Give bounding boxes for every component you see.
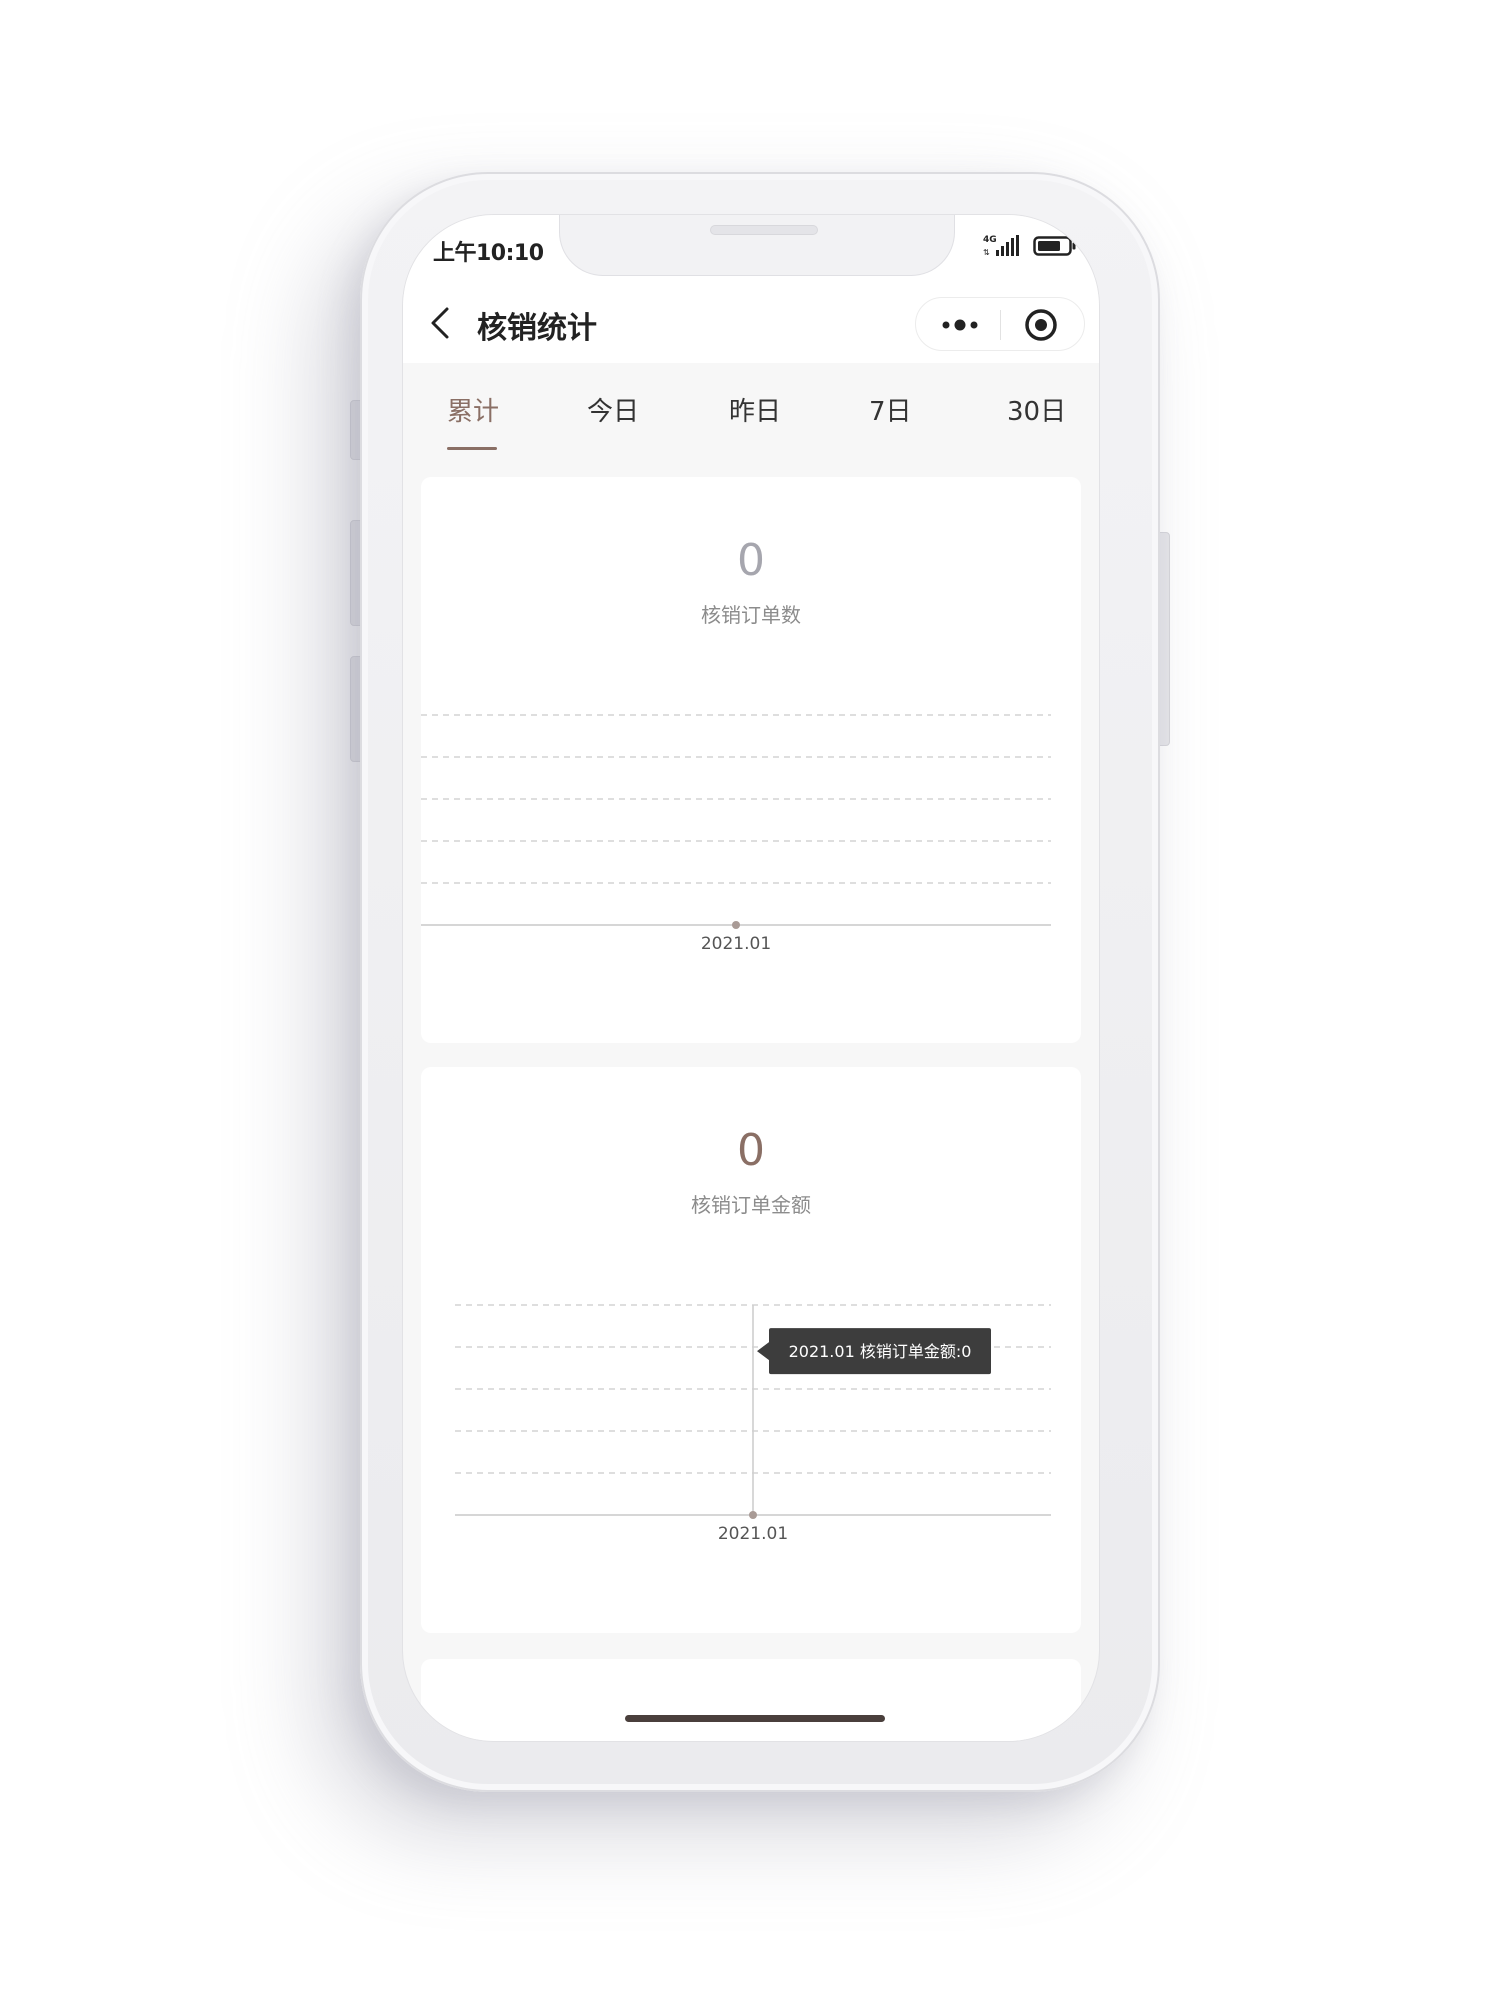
close-mini-program-icon[interactable] (1024, 308, 1058, 342)
status-icons: 4G ⇅ (983, 233, 1077, 259)
data-point[interactable] (749, 1511, 757, 1519)
data-point[interactable] (732, 921, 740, 929)
x-tick-label: 2021.01 (718, 1524, 788, 1544)
navigation-bar: 核销统计 (403, 283, 1099, 363)
network-type-label: 4G (983, 235, 997, 245)
verified-order-count-card: 0 核销订单数 2021.01 (421, 477, 1081, 1043)
more-options-icon[interactable] (938, 312, 982, 338)
tab-cumulative[interactable]: 累计 (447, 391, 499, 428)
x-tick-label: 2021.01 (701, 934, 771, 954)
verified-order-amount-value: 0 (737, 1125, 765, 1176)
page-title: 核销统计 (477, 311, 597, 346)
verified-order-amount-label: 核销订单金额 (691, 1193, 811, 1217)
status-time: 上午10:10 (433, 241, 544, 266)
notch (559, 215, 955, 276)
tab-30-days[interactable]: 30日 (1007, 391, 1066, 428)
verified-order-count-value: 0 (737, 535, 765, 586)
verified-order-count-label: 核销订单数 (701, 603, 801, 627)
signal-icon: 4G ⇅ (983, 235, 1019, 257)
verified-order-amount-chart[interactable]: 2021.01 2021.01 核销订单金额:0 (421, 1287, 1081, 1627)
phone-screen: 上午10:10 4G ⇅ 核销统计 累计 今日 昨日 7日 30日 0 核销订单… (402, 214, 1100, 1742)
battery-icon (1033, 236, 1076, 256)
capsule-divider (1000, 310, 1001, 340)
svg-text:⇅: ⇅ (983, 248, 990, 257)
tab-yesterday[interactable]: 昨日 (729, 391, 781, 428)
tab-7-days[interactable]: 7日 (869, 391, 912, 428)
tooltip-pointer (757, 1342, 769, 1361)
verified-order-count-chart[interactable]: 2021.01 (421, 697, 1081, 1037)
next-stats-card (421, 1659, 1081, 1741)
speaker-grille (710, 225, 818, 235)
period-tabs: 累计 今日 昨日 7日 30日 (403, 363, 1099, 459)
active-tab-indicator (447, 447, 497, 450)
back-arrow-icon[interactable] (425, 305, 457, 341)
status-bar: 上午10:10 4G ⇅ (403, 215, 1099, 283)
tab-today[interactable]: 今日 (587, 391, 639, 428)
tooltip-text: 2021.01 核销订单金额:0 (789, 1342, 972, 1361)
mini-program-capsule (915, 297, 1085, 351)
verified-order-amount-card: 0 核销订单金额 2021.01 2021.01 核销订单金额:0 (421, 1067, 1081, 1633)
home-indicator[interactable] (625, 1715, 885, 1722)
